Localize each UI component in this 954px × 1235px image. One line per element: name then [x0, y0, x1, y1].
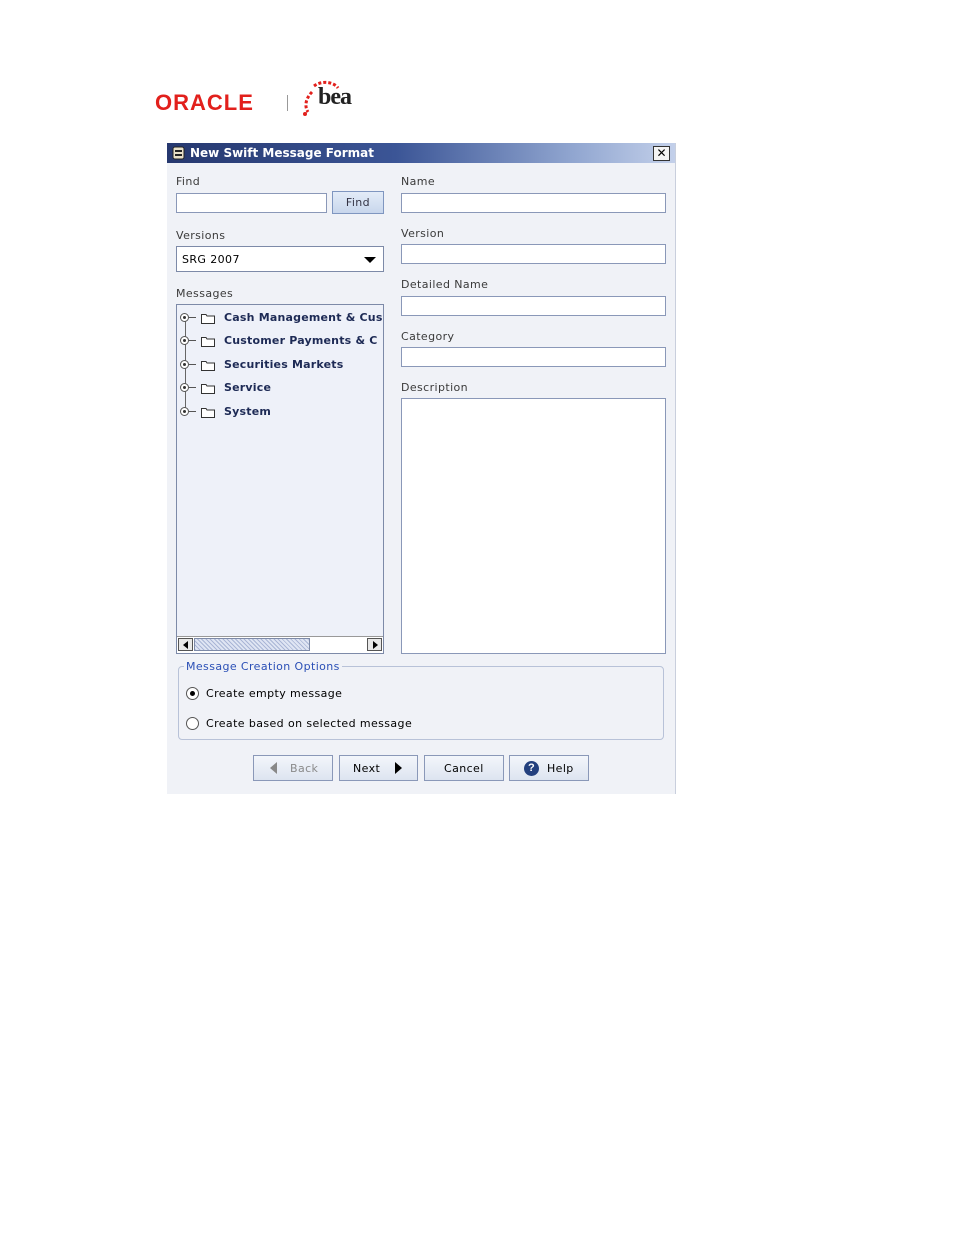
folder-icon: [201, 337, 215, 347]
tree-item-customer-payments[interactable]: Customer Payments & C: [180, 332, 383, 352]
category-label: Category: [401, 330, 455, 343]
description-label: Description: [401, 381, 469, 394]
expand-icon[interactable]: [180, 336, 189, 345]
help-button[interactable]: ? Help: [509, 755, 589, 781]
next-arrow-icon: [395, 762, 402, 774]
expand-icon[interactable]: [180, 360, 189, 369]
tree-item-securities-markets[interactable]: Securities Markets: [180, 356, 383, 376]
next-button[interactable]: Next: [339, 755, 418, 781]
next-button-label: Next: [353, 762, 381, 775]
find-input[interactable]: [176, 193, 327, 213]
folder-icon: [201, 384, 215, 394]
name-input[interactable]: [401, 193, 666, 213]
scroll-right-icon[interactable]: [367, 638, 382, 651]
close-button[interactable]: ✕: [653, 146, 670, 161]
detailed-name-label: Detailed Name: [401, 278, 489, 291]
tree-item-service[interactable]: Service: [180, 379, 383, 399]
radio-button-unchecked[interactable]: [186, 717, 199, 730]
folder-icon: [201, 361, 215, 371]
folder-icon: [201, 408, 215, 418]
versions-dropdown[interactable]: SRG 2007: [176, 246, 384, 272]
new-swift-message-format-dialog: New Swift Message Format ✕ Find Find Ver…: [167, 143, 676, 794]
help-icon: ?: [524, 761, 539, 776]
expand-icon[interactable]: [180, 383, 189, 392]
tree-item-label: Securities Markets: [224, 358, 344, 371]
folder-icon: [201, 314, 215, 324]
description-textarea[interactable]: [401, 398, 666, 654]
back-button[interactable]: Back: [253, 755, 333, 781]
name-label: Name: [401, 175, 436, 188]
cancel-button[interactable]: Cancel: [424, 755, 504, 781]
app-icon: [172, 146, 185, 160]
tree-item-label: Cash Management & Cus: [224, 311, 383, 324]
expand-icon[interactable]: [180, 407, 189, 416]
bea-logo: bea: [300, 76, 370, 118]
horizontal-scrollbar[interactable]: [177, 636, 383, 653]
messages-tree[interactable]: Cash Management & Cus Customer Payments …: [176, 304, 384, 654]
tree-item-label: Customer Payments & C: [224, 334, 378, 347]
logo-divider: [287, 95, 288, 111]
radio-button-checked[interactable]: [186, 687, 199, 700]
version-label: Version: [401, 227, 445, 240]
bea-logo-text: bea: [318, 84, 352, 110]
tree-item-label: Service: [224, 381, 272, 394]
find-button[interactable]: Find: [332, 191, 384, 214]
cancel-button-label: Cancel: [444, 762, 484, 775]
tree-item-system[interactable]: System: [180, 403, 383, 423]
messages-label: Messages: [176, 287, 234, 300]
scroll-left-icon[interactable]: [178, 638, 193, 651]
tree-item-cash-management[interactable]: Cash Management & Cus: [180, 309, 383, 329]
detailed-name-input[interactable]: [401, 296, 666, 316]
version-input[interactable]: [401, 244, 666, 264]
back-button-label: Back: [290, 762, 319, 775]
close-icon: ✕: [656, 146, 667, 160]
message-creation-options-legend: Message Creation Options: [184, 660, 342, 673]
find-label: Find: [176, 175, 201, 188]
category-input[interactable]: [401, 347, 666, 367]
scrollbar-thumb[interactable]: [194, 638, 310, 651]
versions-selected-value: SRG 2007: [182, 253, 240, 266]
radio-label: Create empty message: [206, 687, 343, 700]
tree-item-label: System: [224, 405, 272, 418]
radio-label: Create based on selected message: [206, 717, 413, 730]
dialog-title: New Swift Message Format: [190, 146, 375, 160]
title-bar[interactable]: New Swift Message Format ✕: [167, 143, 675, 163]
help-button-label: Help: [547, 762, 574, 775]
oracle-logo: ORACLE: [155, 90, 254, 115]
versions-label: Versions: [176, 229, 226, 242]
expand-icon[interactable]: [180, 313, 189, 322]
dropdown-arrow-icon: [364, 257, 376, 263]
back-arrow-icon: [270, 762, 277, 774]
